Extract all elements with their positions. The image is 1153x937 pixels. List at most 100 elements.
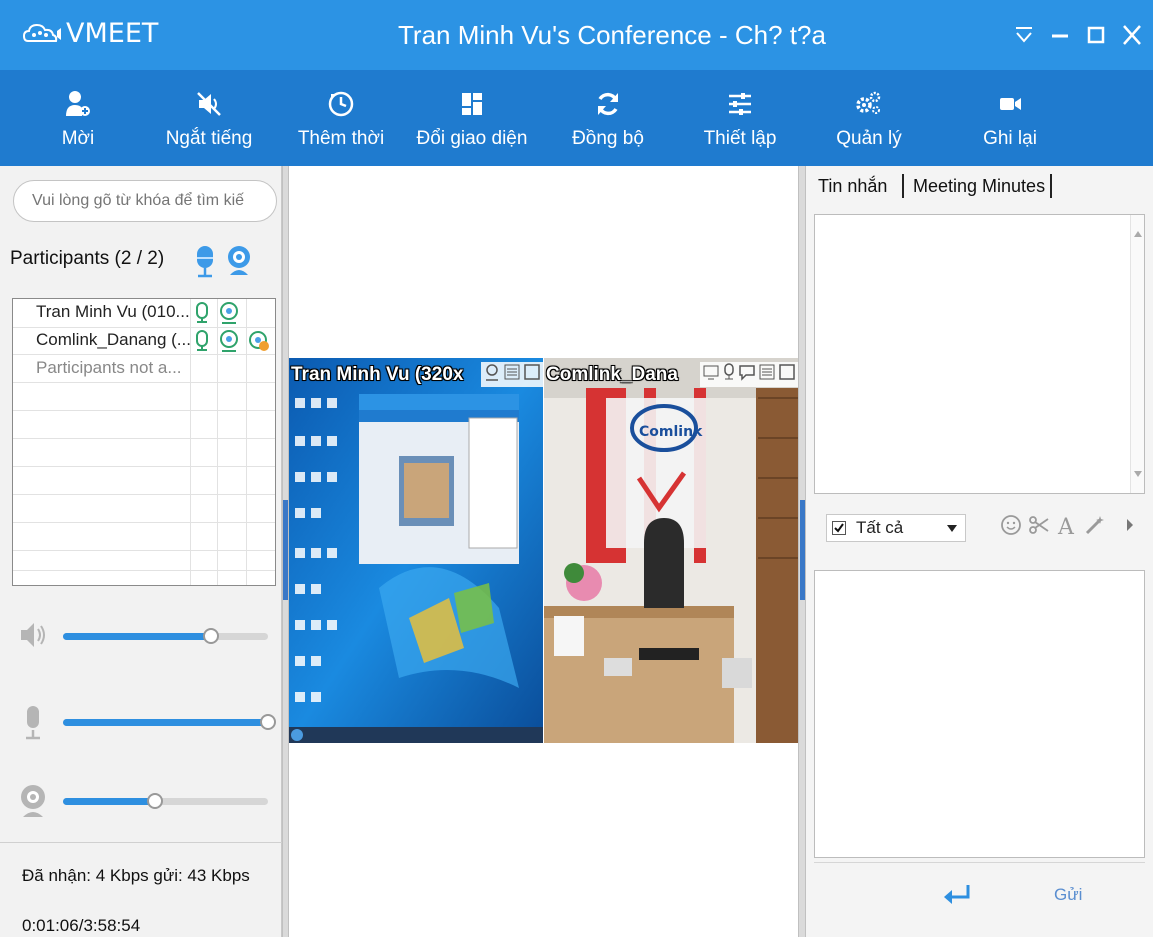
scroll-down-icon[interactable]	[1134, 471, 1142, 477]
left-splitter[interactable]	[282, 166, 289, 937]
webcam-icon[interactable]	[219, 330, 239, 352]
record-button[interactable]: Ghi lại	[978, 70, 1042, 166]
settings-button[interactable]: Thiết lập	[702, 70, 778, 166]
screen-icon[interactable]	[702, 363, 720, 386]
maximize-icon[interactable]	[1085, 22, 1107, 48]
video-area: Tran Minh Vu (320x Comlink Comlink_Dana	[289, 166, 798, 937]
search-input[interactable]	[14, 181, 276, 221]
mute-button[interactable]: Ngắt tiếng	[166, 70, 252, 166]
sync-icon	[598, 92, 618, 116]
magic-wand-icon[interactable]	[1084, 514, 1106, 536]
chat-toolbar: Tất cả A	[814, 500, 1145, 556]
change-layout-label: Đổi giao diện	[416, 128, 528, 149]
participants-list: Tran Minh Vu (010... Comlink_Danang (...…	[12, 298, 276, 586]
invite-button[interactable]: Mời	[54, 70, 102, 166]
list-item[interactable]: Participants not a...	[13, 355, 275, 383]
close-icon[interactable]	[1121, 22, 1143, 48]
maximize-icon[interactable]	[778, 363, 796, 386]
record-video-icon	[1000, 98, 1021, 110]
webcam-icon[interactable]	[483, 363, 501, 386]
screen-share-feed	[289, 358, 543, 743]
font-icon[interactable]: A	[1056, 514, 1078, 538]
chat-icon[interactable]	[738, 363, 756, 386]
enter-arrow-icon[interactable]	[942, 883, 974, 907]
add-time-label: Thêm thời	[297, 128, 385, 149]
tab-separator	[902, 174, 904, 198]
toolbar: Mời Ngắt tiếng Thêm thời Đổi giao diện Đ…	[0, 70, 1153, 166]
settings-label: Thiết lập	[703, 128, 777, 149]
list-item[interactable]: Comlink_Danang (...	[13, 327, 275, 355]
scrollbar[interactable]	[1130, 215, 1144, 493]
send-row: Gửi	[814, 862, 1145, 926]
microphone-icon[interactable]	[193, 302, 211, 324]
invite-user-icon	[66, 91, 90, 116]
chevron-right-icon[interactable]	[1126, 519, 1134, 531]
select-all-checkbox[interactable]	[832, 521, 846, 535]
recipient-value: Tất cả	[856, 518, 904, 537]
manage-label: Quản lý	[836, 128, 902, 149]
right-splitter[interactable]	[798, 166, 806, 937]
app-name: VMEET	[66, 18, 159, 49]
bandwidth-stats: Đã nhận: 4 Kbps gửi: 43 Kbps	[22, 866, 250, 885]
emoji-icon[interactable]	[1000, 514, 1022, 536]
microphone-volume-knob[interactable]	[260, 714, 276, 730]
microphone-volume-slider[interactable]	[63, 714, 276, 730]
camera-feed: Comlink	[544, 358, 798, 743]
scissors-icon[interactable]	[1028, 514, 1050, 536]
camera-level-fill	[63, 798, 156, 805]
webcam-icon	[21, 785, 45, 817]
microphone-icon[interactable]	[193, 330, 211, 352]
participants-panel: Participants (2 / 2) Tran Minh Vu (010..…	[0, 166, 282, 937]
share-screen-icon[interactable]	[248, 330, 270, 352]
speaker-icon	[21, 623, 45, 647]
chevron-down-icon[interactable]	[947, 525, 957, 532]
scroll-up-icon[interactable]	[1134, 231, 1142, 237]
list-item[interactable]: Tran Minh Vu (010...	[13, 299, 275, 327]
tab-separator	[1050, 174, 1052, 198]
recipient-dropdown[interactable]: Tất cả	[826, 514, 966, 542]
webcam-icon[interactable]	[219, 302, 239, 324]
speaker-volume-slider[interactable]	[63, 628, 268, 644]
sync-button[interactable]: Đồng bộ	[570, 70, 646, 166]
microphone-icon[interactable]	[193, 245, 217, 284]
webcam-icon[interactable]	[226, 245, 252, 284]
minimize-icon[interactable]	[1049, 22, 1071, 48]
maximize-icon[interactable]	[523, 363, 541, 386]
video-tile-2[interactable]: Comlink Comlink_Dana	[544, 358, 798, 743]
send-button[interactable]: Gửi	[1054, 885, 1082, 905]
add-time-button[interactable]: Thêm thời	[296, 70, 386, 166]
divider	[0, 842, 282, 843]
list-icon[interactable]	[758, 363, 776, 386]
participant-name: Comlink_Danang (...	[36, 330, 191, 349]
camera-level-knob[interactable]	[147, 793, 164, 809]
splitter-handle[interactable]	[283, 500, 288, 600]
microphone-icon	[26, 706, 40, 740]
mute-label: Ngắt tiếng	[165, 128, 253, 149]
splitter-handle[interactable]	[800, 500, 805, 600]
change-layout-button[interactable]: Đổi giao diện	[412, 70, 532, 166]
vmeet-logo-icon	[22, 23, 61, 42]
svg-text:A: A	[1057, 515, 1075, 538]
layout-icon	[462, 93, 482, 115]
invite-label: Mời	[61, 128, 95, 149]
message-input[interactable]	[815, 571, 1144, 857]
video-tile-1[interactable]: Tran Minh Vu (320x	[289, 358, 543, 743]
tab-meeting-minutes[interactable]: Meeting Minutes	[913, 176, 1045, 197]
camera-level-slider[interactable]	[63, 793, 268, 809]
collapse-icon[interactable]	[1013, 22, 1035, 48]
list-icon[interactable]	[503, 363, 521, 386]
conference-timer: 0:01:06/3:58:54	[22, 916, 141, 935]
video-controls	[700, 362, 798, 387]
video-label: Tran Minh Vu (320x	[291, 364, 464, 385]
settings-sliders-icon	[729, 93, 751, 115]
tab-messages[interactable]: Tin nhắn	[818, 176, 887, 197]
message-input-box	[814, 570, 1145, 858]
clock-icon	[328, 91, 354, 117]
speaker-volume-knob[interactable]	[202, 628, 219, 644]
search-box	[13, 180, 277, 222]
manage-button[interactable]: Quản lý	[836, 70, 902, 166]
chat-history	[814, 214, 1145, 494]
microphone-icon[interactable]	[722, 363, 736, 386]
speaker-volume-fill	[63, 633, 211, 640]
video-controls	[481, 362, 543, 387]
